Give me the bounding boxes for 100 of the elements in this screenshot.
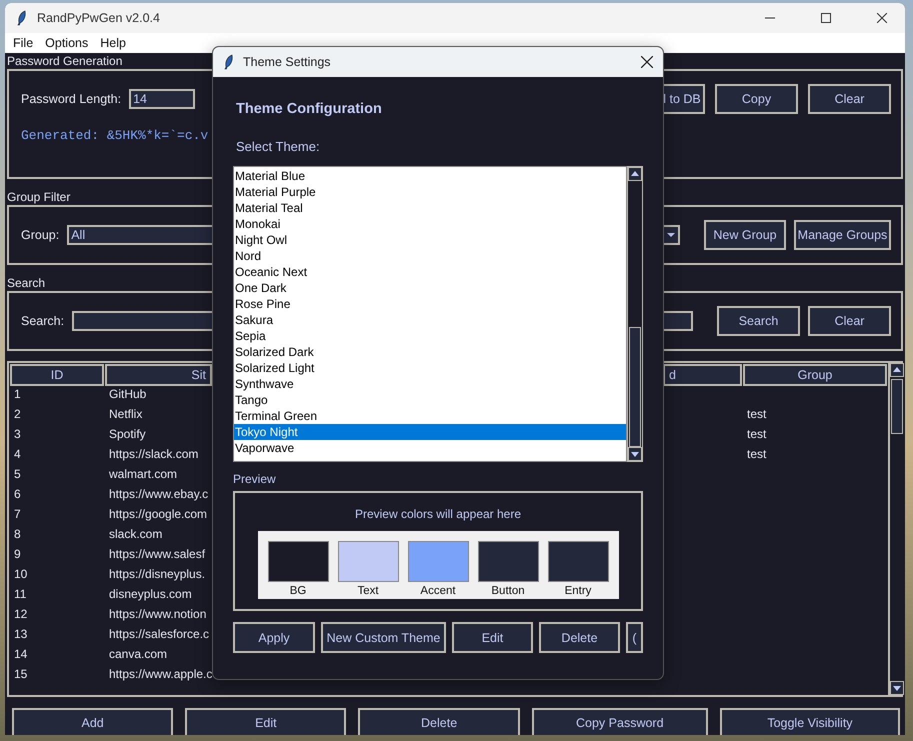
- menu-item[interactable]: File: [7, 36, 40, 50]
- scrollbar-thumb[interactable]: [891, 379, 903, 434]
- length-field[interactable]: 14: [129, 88, 196, 108]
- section-title: Password Generation: [7, 53, 122, 69]
- theme-item[interactable]: Tokyo Night: [234, 424, 626, 440]
- table-cell-text: https://slack.com: [108, 446, 198, 463]
- scrollbar[interactable]: [627, 166, 643, 462]
- theme-listbox[interactable]: Material Blue Material Purple Material Teal Monokai Night Owl Nord Oceanic Next One Dark Rose Pine Sakura Sepia Solarized Dark Solarized Light Synthwave Tango Terminal Green Tokyo Night Vaporwave: [233, 166, 627, 462]
- table-cell-text: 12: [13, 606, 28, 623]
- theme-item[interactable]: Oceanic Next: [234, 264, 626, 280]
- scrollbar[interactable]: [888, 363, 904, 695]
- table-cell-text: 1: [13, 386, 21, 403]
- table-cell-text: https://www.ebay.c: [108, 486, 208, 503]
- table-cell-text: Netflix: [108, 406, 142, 423]
- section-title: Group Filter: [7, 189, 70, 205]
- theme-item[interactable]: Sakura: [234, 312, 626, 328]
- table-cell-text: 2: [13, 406, 21, 423]
- table-action-button[interactable]: Copy Password: [532, 708, 708, 735]
- table-action-button[interactable]: Add: [12, 708, 174, 735]
- table-cell-text: 9: [13, 546, 21, 563]
- table-cell-text: https://www.apple.c: [108, 666, 212, 683]
- scrollbar-thumb[interactable]: [629, 327, 641, 447]
- table-action-button[interactable]: Toggle Visibility: [720, 708, 900, 735]
- table-action-button[interactable]: Delete: [358, 708, 520, 735]
- window-title: RandPyPwGen v2.0.4: [37, 11, 161, 25]
- table-cell-text: 6: [13, 486, 21, 503]
- search-button[interactable]: Search: [717, 306, 800, 336]
- dialog-button[interactable]: Edit: [452, 622, 533, 653]
- swatch-label: Button: [491, 585, 525, 597]
- dialog-heading: Theme Configuration: [236, 101, 382, 117]
- swatch-label: BG: [290, 585, 306, 597]
- table-cell-text: 11: [13, 586, 26, 603]
- preview-note: Preview colors will appear here: [354, 507, 522, 521]
- table-cell-text: https://google.com: [108, 506, 208, 523]
- scroll-up-icon[interactable]: [628, 167, 642, 181]
- theme-item[interactable]: Monokai: [234, 216, 626, 232]
- table-cell-text: https://disneyplus.: [108, 566, 206, 583]
- table-cell-text: test: [746, 446, 766, 463]
- table-cell-text: 5: [13, 466, 21, 483]
- table-action-button[interactable]: Edit: [185, 708, 346, 735]
- table-cell-text: test: [746, 426, 766, 443]
- column-header[interactable]: d: [663, 364, 742, 386]
- theme-item[interactable]: Material Blue: [234, 168, 626, 184]
- theme-item[interactable]: Nord: [234, 248, 626, 264]
- table-cell-text: https://www.notion: [108, 606, 206, 623]
- table-cell-text: 13: [13, 626, 28, 643]
- table-cell-text: test: [746, 406, 766, 423]
- scroll-up-icon[interactable]: [890, 363, 904, 377]
- dialog-title: Theme Settings: [243, 55, 332, 69]
- swatch-label: Accent: [420, 585, 456, 597]
- table-cell-text: GitHub: [108, 386, 146, 403]
- theme-item[interactable]: One Dark: [234, 280, 626, 296]
- field-label: Password Length:: [21, 92, 122, 106]
- table-cell-text: Spotify: [108, 426, 146, 443]
- menu-item[interactable]: Options: [39, 36, 94, 50]
- group-button[interactable]: New Group: [704, 220, 786, 250]
- dialog-button[interactable]: Delete: [539, 622, 620, 653]
- theme-item[interactable]: Sepia: [234, 328, 626, 344]
- generated-password: Generated: &5HK%*k=`=c.v: [21, 128, 210, 142]
- close-icon[interactable]: [641, 56, 653, 68]
- action-button[interactable]: Clear: [808, 84, 891, 114]
- field-label: Search:: [21, 314, 64, 328]
- column-header[interactable]: Group: [743, 364, 887, 386]
- table-cell-text: disneyplus.com: [108, 586, 192, 603]
- dialog-button[interactable]: Apply: [233, 622, 315, 653]
- column-header[interactable]: ID: [10, 364, 104, 386]
- theme-item[interactable]: Synthwave: [234, 376, 626, 392]
- theme-item[interactable]: Solarized Dark: [234, 344, 626, 360]
- theme-item[interactable]: Material Purple: [234, 184, 626, 200]
- search-button[interactable]: Clear: [808, 306, 891, 336]
- feather-icon: [224, 54, 234, 70]
- table-cell-text: walmart.com: [108, 466, 178, 483]
- swatch-label: Entry: [564, 585, 592, 597]
- theme-item[interactable]: Tango: [234, 392, 626, 408]
- swatch-label: Text: [357, 585, 379, 597]
- action-button[interactable]: l to DB: [661, 84, 705, 114]
- table-cell-text: canva.com: [108, 646, 168, 663]
- theme-item[interactable]: Solarized Light: [234, 360, 626, 376]
- dialog-button[interactable]: New Custom Theme: [321, 622, 446, 653]
- table-cell-text: 4: [13, 446, 21, 463]
- scroll-down-icon[interactable]: [890, 681, 904, 695]
- theme-item[interactable]: Terminal Green: [234, 408, 626, 424]
- table-cell-text: 8: [13, 526, 21, 543]
- table-cell-text: 15: [13, 666, 28, 683]
- column-header[interactable]: Sit: [105, 364, 212, 386]
- feather-icon: [17, 10, 27, 26]
- dialog-button[interactable]: (: [626, 622, 643, 653]
- group-button[interactable]: Manage Groups: [794, 220, 891, 250]
- table-cell-text: 3: [13, 426, 21, 443]
- section-title: Preview: [233, 472, 276, 486]
- theme-item[interactable]: Night Owl: [234, 232, 626, 248]
- theme-item[interactable]: Rose Pine: [234, 296, 626, 312]
- table-cell-text: https://salesforce.c: [108, 626, 210, 643]
- action-button[interactable]: Copy: [715, 84, 798, 114]
- theme-item[interactable]: Vaporwave: [234, 440, 626, 456]
- table-cell-text: 14: [13, 646, 28, 663]
- theme-item[interactable]: Material Teal: [234, 200, 626, 216]
- scroll-down-icon[interactable]: [628, 447, 642, 461]
- table-cell-text: https://www.salesf: [108, 546, 206, 563]
- menu-item[interactable]: Help: [94, 36, 132, 50]
